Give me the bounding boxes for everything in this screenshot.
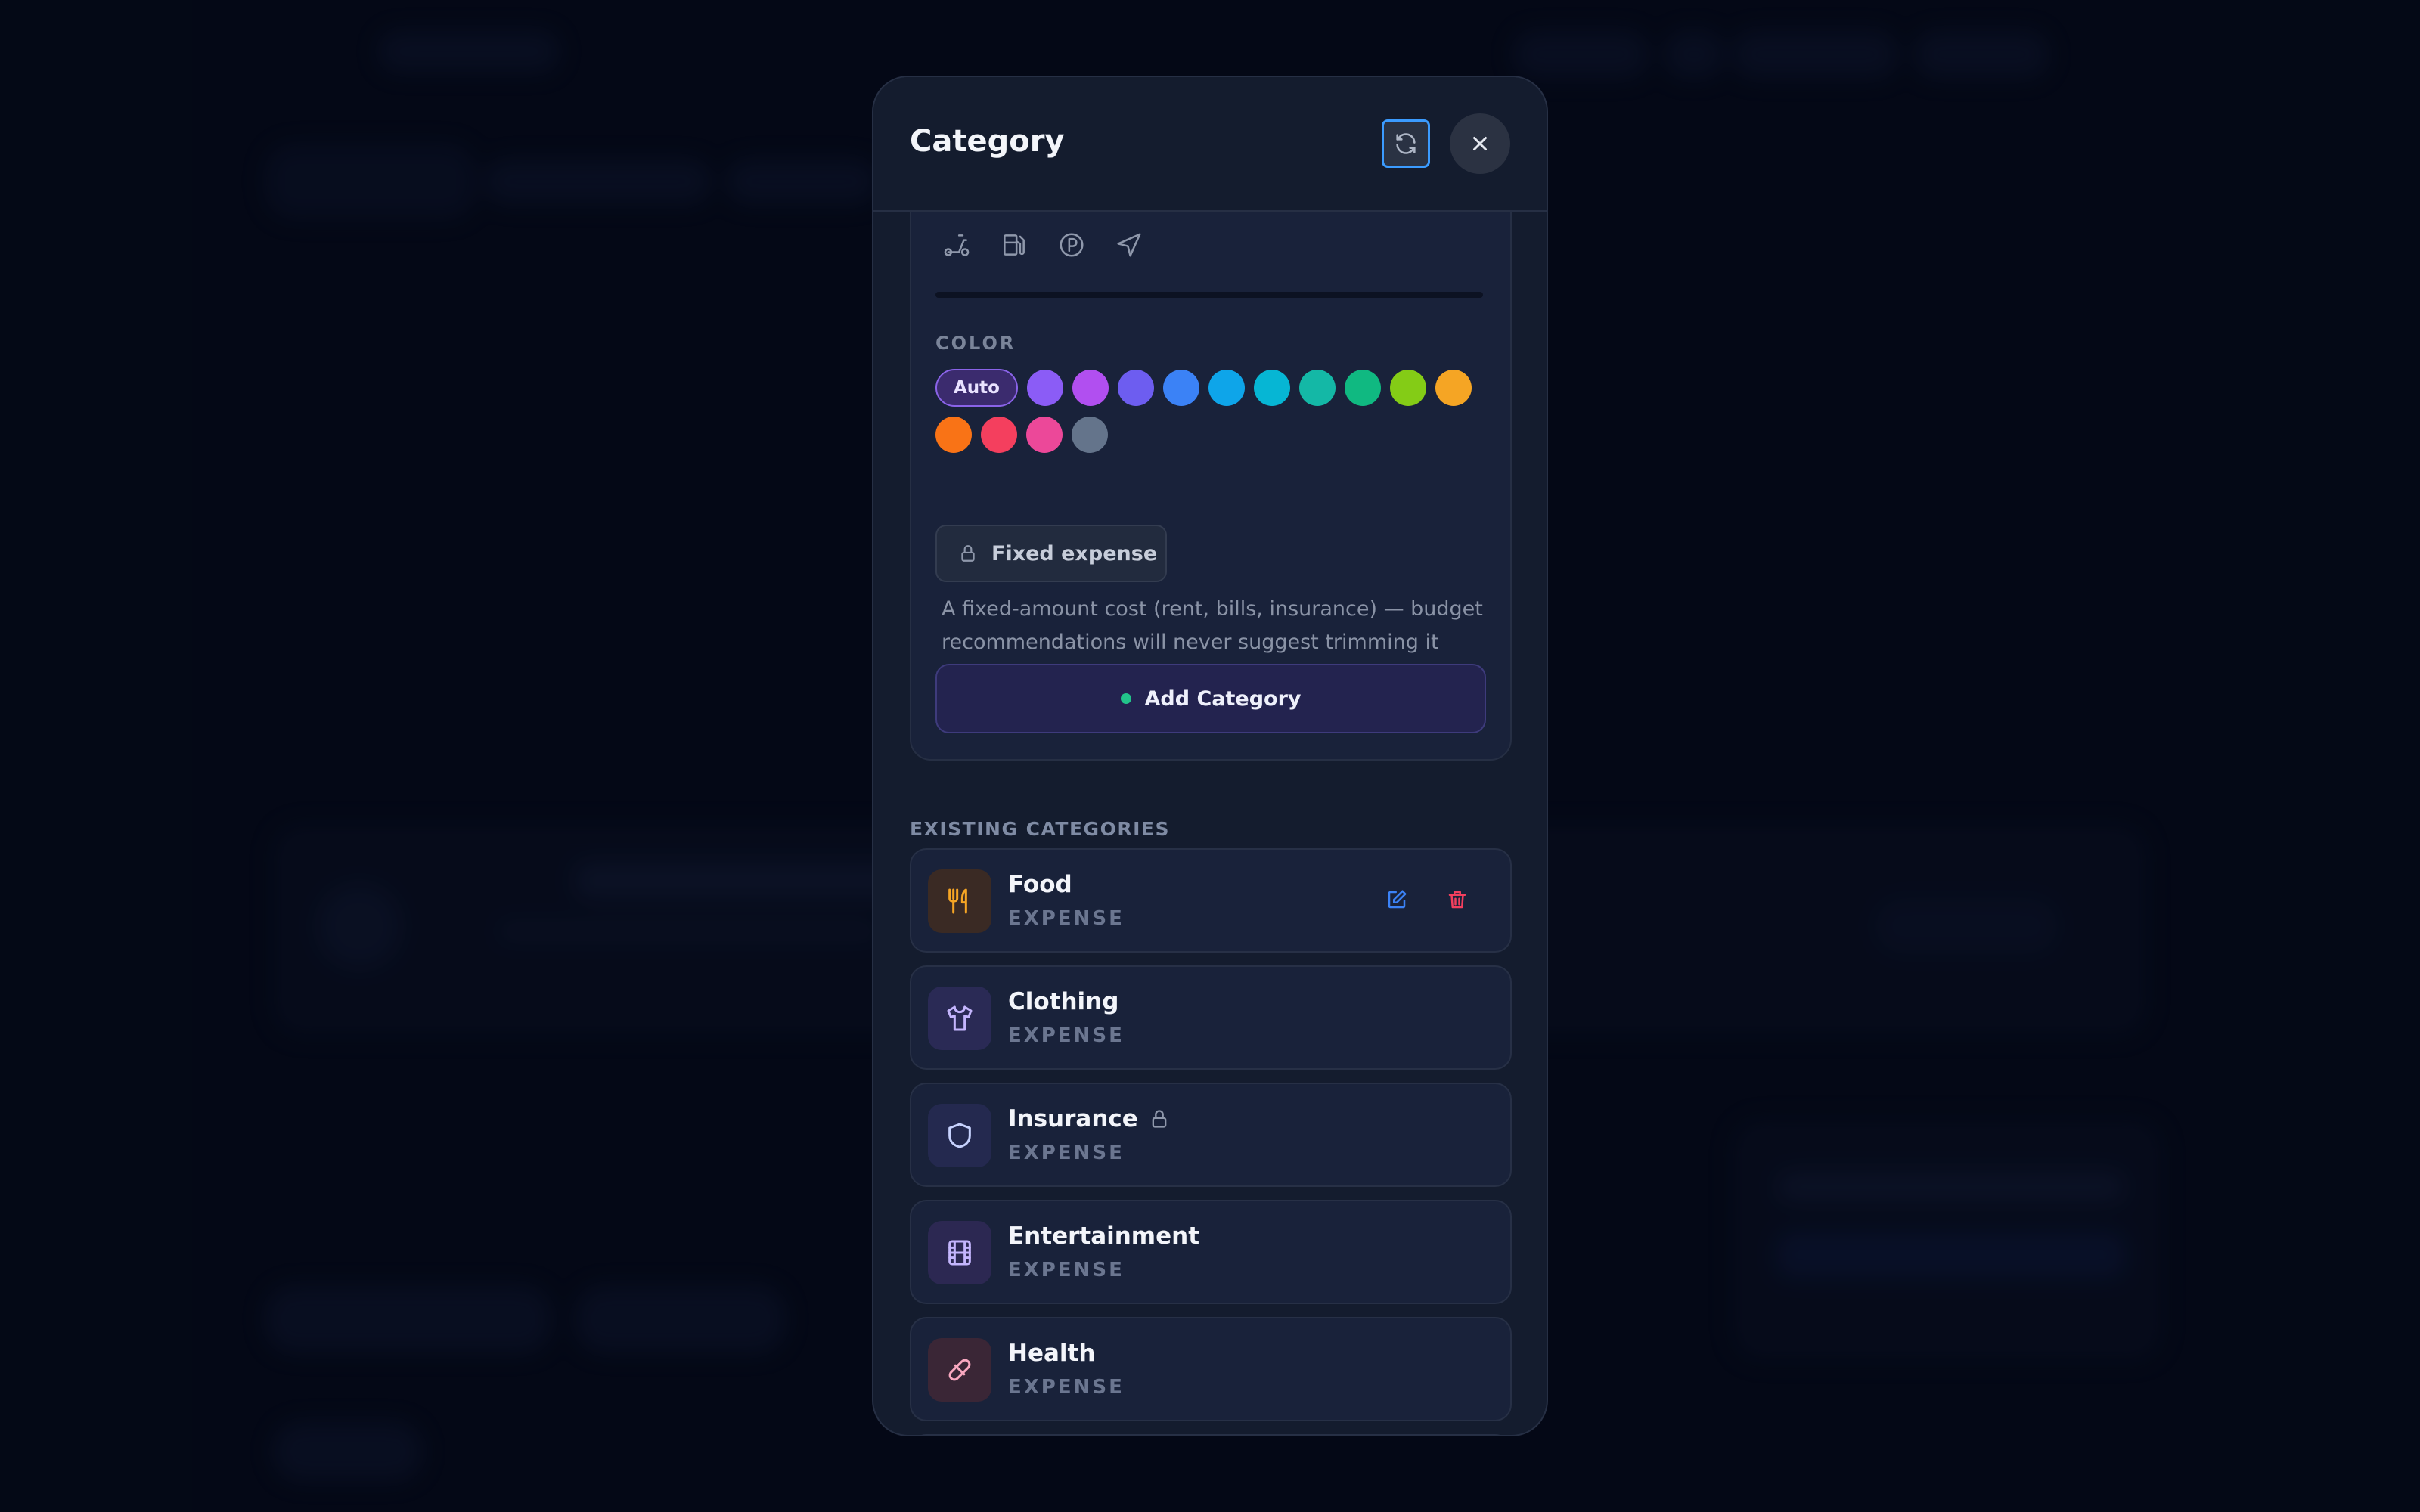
category-name-text: Health — [1008, 1340, 1096, 1367]
fixed-expense-description: A fixed-amount cost (rent, bills, insura… — [942, 597, 1483, 654]
color-swatch[interactable] — [1208, 370, 1245, 406]
category-row[interactable]: HousingEXPENSE — [910, 1434, 1512, 1435]
delete-button[interactable] — [1442, 885, 1472, 915]
color-swatch[interactable] — [1026, 417, 1063, 453]
category-modal: Category COLOR Auto Fixed expense A fixe… — [872, 76, 1548, 1436]
category-type: EXPENSE — [1008, 1142, 1125, 1164]
category-type: EXPENSE — [1008, 1259, 1125, 1281]
category-type: EXPENSE — [1008, 907, 1125, 930]
icon-picker-row — [942, 230, 1144, 260]
category-name-text: Entertainment — [1008, 1222, 1200, 1250]
category-row[interactable]: Clothing EXPENSE — [910, 965, 1512, 1070]
trash-icon — [1448, 891, 1466, 909]
category-name: Clothing — [1008, 988, 1118, 1015]
edit-button[interactable] — [1382, 885, 1412, 915]
color-swatch[interactable] — [981, 417, 1017, 453]
fuel-icon[interactable] — [999, 230, 1029, 260]
fixed-expense-label: Fixed expense — [991, 541, 1158, 565]
edit-icon — [1388, 890, 1407, 909]
color-swatch[interactable] — [935, 417, 972, 453]
parking-icon[interactable] — [1056, 230, 1087, 260]
existing-categories-heading: EXISTING CATEGORIES — [910, 818, 1170, 840]
category-name-text: Insurance — [1008, 1105, 1138, 1132]
add-category-label: Add Category — [1144, 686, 1302, 711]
scooter-icon[interactable] — [942, 230, 972, 260]
add-category-button[interactable]: Add Category — [935, 664, 1486, 733]
color-swatch[interactable] — [1117, 370, 1154, 406]
category-row[interactable]: Entertainment EXPENSE — [910, 1200, 1512, 1304]
color-swatch[interactable] — [1435, 370, 1472, 406]
color-swatch[interactable] — [1253, 370, 1290, 406]
pill-icon — [928, 1338, 991, 1402]
category-row[interactable]: Food EXPENSE — [910, 848, 1512, 953]
category-name: Food — [1008, 871, 1072, 898]
category-name: Insurance — [1008, 1105, 1170, 1132]
color-swatch[interactable] — [1298, 370, 1336, 406]
shield-icon — [928, 1104, 991, 1167]
utensils-icon — [928, 869, 991, 933]
fixed-expense-toggle[interactable]: Fixed expense — [935, 525, 1167, 582]
close-icon — [1473, 137, 1487, 150]
add-category-form: COLOR Auto Fixed expense A fixed-amount … — [910, 183, 1512, 761]
category-type: EXPENSE — [1008, 1376, 1125, 1399]
film-icon — [928, 1221, 991, 1284]
icon-picker-scrollbar[interactable] — [935, 292, 1483, 298]
lock-icon — [1149, 1108, 1170, 1129]
category-row[interactable]: Insurance EXPENSE — [910, 1083, 1512, 1187]
category-type: EXPENSE — [1008, 1024, 1125, 1047]
color-auto-chip[interactable]: Auto — [935, 369, 1018, 407]
refresh-button[interactable] — [1382, 119, 1430, 168]
color-swatch[interactable] — [1072, 370, 1109, 406]
status-dot — [1120, 693, 1131, 704]
category-name-text: Clothing — [1008, 988, 1119, 1015]
modal-body[interactable]: COLOR Auto Fixed expense A fixed-amount … — [873, 183, 1547, 1435]
color-swatch[interactable] — [1026, 370, 1063, 406]
category-name: Entertainment — [1008, 1222, 1199, 1250]
color-swatch[interactable] — [1162, 370, 1199, 406]
category-list: Food EXPENSE Clothing EXPENSE Insurance EXPEN… — [910, 848, 1512, 1435]
modal-header: Category — [873, 77, 1547, 212]
close-button[interactable] — [1450, 113, 1510, 174]
color-swatch[interactable] — [1389, 370, 1426, 406]
category-row[interactable]: Health EXPENSE — [910, 1317, 1512, 1421]
modal-title: Category — [910, 124, 1065, 159]
color-swatch[interactable] — [1072, 417, 1108, 453]
lock-icon — [961, 545, 975, 562]
navigation-icon[interactable] — [1114, 230, 1144, 260]
color-swatch[interactable] — [1344, 370, 1381, 406]
shirt-icon — [928, 987, 991, 1050]
refresh-icon — [1396, 133, 1416, 154]
category-name-text: Food — [1008, 871, 1072, 898]
category-name: Health — [1008, 1340, 1095, 1367]
color-swatches: Auto — [935, 369, 1480, 453]
color-label: COLOR — [935, 333, 1016, 354]
